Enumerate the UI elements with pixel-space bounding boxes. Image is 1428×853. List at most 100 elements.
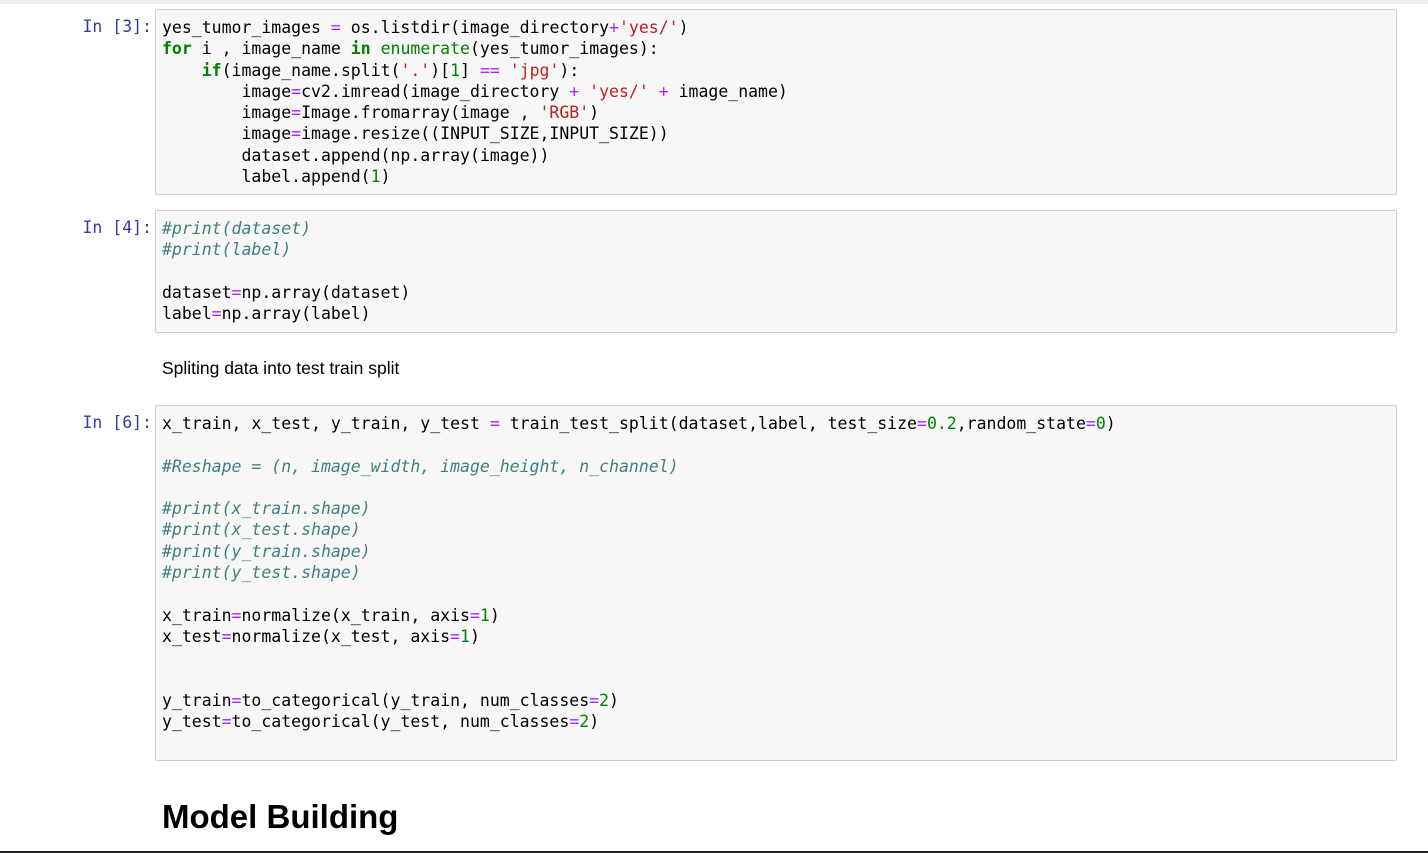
code-token: y_test <box>162 712 222 732</box>
code-token: = <box>221 626 232 646</box>
input-prompt: In [3]: <box>82 17 152 36</box>
code-line: for i , image_name in enumerate(yes_tumo… <box>162 39 659 58</box>
code-token: #print(y_train.shape) <box>162 541 371 561</box>
code-token: 1 <box>479 605 490 625</box>
code-line: dataset.append(np.array(image)) <box>162 146 549 165</box>
code-line: x_test=normalize(x_test, axis=1) <box>162 627 480 646</box>
code-line: label.append(1) <box>162 167 391 187</box>
code-line: #print(label) <box>162 240 291 259</box>
code-token: = <box>211 304 222 324</box>
code-token: (image_name.split( <box>221 60 401 80</box>
code-token: dataset.append(np.array(image)) <box>162 145 550 165</box>
code-line: x_train=normalize(x_train, axis=1) <box>162 606 500 625</box>
code-token: enumerate <box>380 39 470 59</box>
code-token: = <box>330 18 341 37</box>
code-token: = <box>917 414 927 433</box>
code-token: image <box>162 103 292 123</box>
markdown-heading: Model Building <box>162 798 399 835</box>
code-editor[interactable]: yes_tumor_images = os.listdir(image_dire… <box>162 17 788 187</box>
code-token: 'jpg' <box>509 60 560 80</box>
code-token: + <box>569 81 580 101</box>
code-token: )[ <box>430 60 451 80</box>
code-token: 'yes/' <box>618 18 679 37</box>
code-token: 1 <box>460 626 470 646</box>
code-token: yes_tumor_images <box>162 18 331 37</box>
code-editor[interactable]: #print(dataset) #print(label) dataset=np… <box>162 218 410 324</box>
code-token: image <box>162 124 292 144</box>
code-token: + <box>658 81 669 101</box>
code-line: #print(x_test.shape) <box>162 520 361 539</box>
code-token: image <box>162 81 292 101</box>
code-token: #print(dataset) <box>162 219 312 238</box>
code-token: ) <box>489 605 500 625</box>
code-token: normalize(x_test, axis <box>231 626 451 646</box>
code-token: == <box>479 60 500 80</box>
code-token: to_categorical(y_test, num_classes <box>231 712 570 732</box>
code-token: ,random_state <box>956 414 1086 433</box>
code-token: (yes_tumor_images): <box>469 39 659 59</box>
code-token: for <box>162 39 192 59</box>
code-line: #print(y_train.shape) <box>162 542 371 561</box>
code-token: 0 <box>1095 414 1106 433</box>
code-token: if <box>201 60 222 80</box>
code-token: 1 <box>370 167 381 187</box>
code-token: x_test <box>162 626 222 646</box>
code-token: = <box>1085 414 1096 433</box>
code-token: os.listdir(image_directory <box>340 18 610 37</box>
code-token: '.' <box>400 60 431 80</box>
code-token: = <box>450 626 461 646</box>
code-line: #Reshape = (n, image_width, image_height… <box>162 457 679 476</box>
code-token: ) <box>380 167 391 187</box>
code-line: #print(dataset) <box>162 219 311 238</box>
code-token: #print(label) <box>162 240 292 260</box>
code-token: = <box>291 103 302 123</box>
code-token: #print(y_test.shape) <box>162 563 361 583</box>
code-token: cv2.imread(image_directory <box>301 81 570 101</box>
code-line: image=image.resize((INPUT_SIZE,INPUT_SIZ… <box>162 124 668 144</box>
code-token: Image.fromarray(image , <box>301 103 540 123</box>
code-editor[interactable]: x_train, x_test, y_train, y_test = train… <box>162 413 1116 732</box>
code-token: label <box>162 304 212 324</box>
code-token: i , image_name <box>191 39 351 59</box>
code-input-area[interactable]: #print(dataset) #print(label) dataset=np… <box>155 210 1397 333</box>
code-cell-4[interactable]: In [4]: #print(dataset) #print(label) da… <box>0 210 1428 333</box>
code-token: 2 <box>599 690 610 710</box>
code-token: = <box>291 81 302 101</box>
code-line: #print(y_test.shape) <box>162 563 361 582</box>
markdown-text: Spliting data into test train split <box>162 358 400 378</box>
code-token: 'RGB' <box>539 103 590 123</box>
code-token: ) <box>589 103 600 123</box>
code-token: ) <box>609 690 619 710</box>
input-prompt: In [4]: <box>82 218 152 237</box>
code-token: ) <box>589 712 600 732</box>
code-token: = <box>569 712 580 732</box>
code-token: ) <box>678 18 689 37</box>
code-token: ) <box>469 626 480 646</box>
code-token: normalize(x_train, axis <box>241 605 470 625</box>
code-input-area[interactable]: x_train, x_test, y_train, y_test = train… <box>155 405 1397 761</box>
code-cell-6[interactable]: In [6]: x_train, x_test, y_train, y_test… <box>0 405 1428 761</box>
code-token: ) <box>1105 414 1116 433</box>
code-token: to_categorical(y_train, num_classes <box>241 690 590 710</box>
code-token: #Reshape = (n, image_width, image_height… <box>162 456 679 476</box>
code-token: = <box>589 690 600 710</box>
code-token: x_train <box>162 605 232 625</box>
code-token: ): <box>559 60 580 80</box>
code-token: #print(x_train.shape) <box>162 499 371 519</box>
code-token: y_train <box>162 690 232 710</box>
code-token: = <box>469 605 480 625</box>
code-token: + <box>609 18 619 37</box>
code-token: in <box>350 39 371 59</box>
code-cell-3[interactable]: In [3]: yes_tumor_images = os.listdir(im… <box>0 9 1428 195</box>
code-token: 1 <box>450 60 461 80</box>
code-line: y_test =to_categorical(y_test, num_classe… <box>162 712 599 731</box>
code-token: np.array(dataset) <box>241 282 411 302</box>
code-input-area[interactable]: yes_tumor_images = os.listdir(image_dire… <box>155 9 1397 195</box>
code-token: = <box>489 414 500 433</box>
code-token: 2 <box>579 712 590 732</box>
code-line: if(image_name.split('.')[1] == 'jpg'): <box>162 60 580 80</box>
code-token: train_test_split(dataset,label, test_siz… <box>499 414 917 433</box>
